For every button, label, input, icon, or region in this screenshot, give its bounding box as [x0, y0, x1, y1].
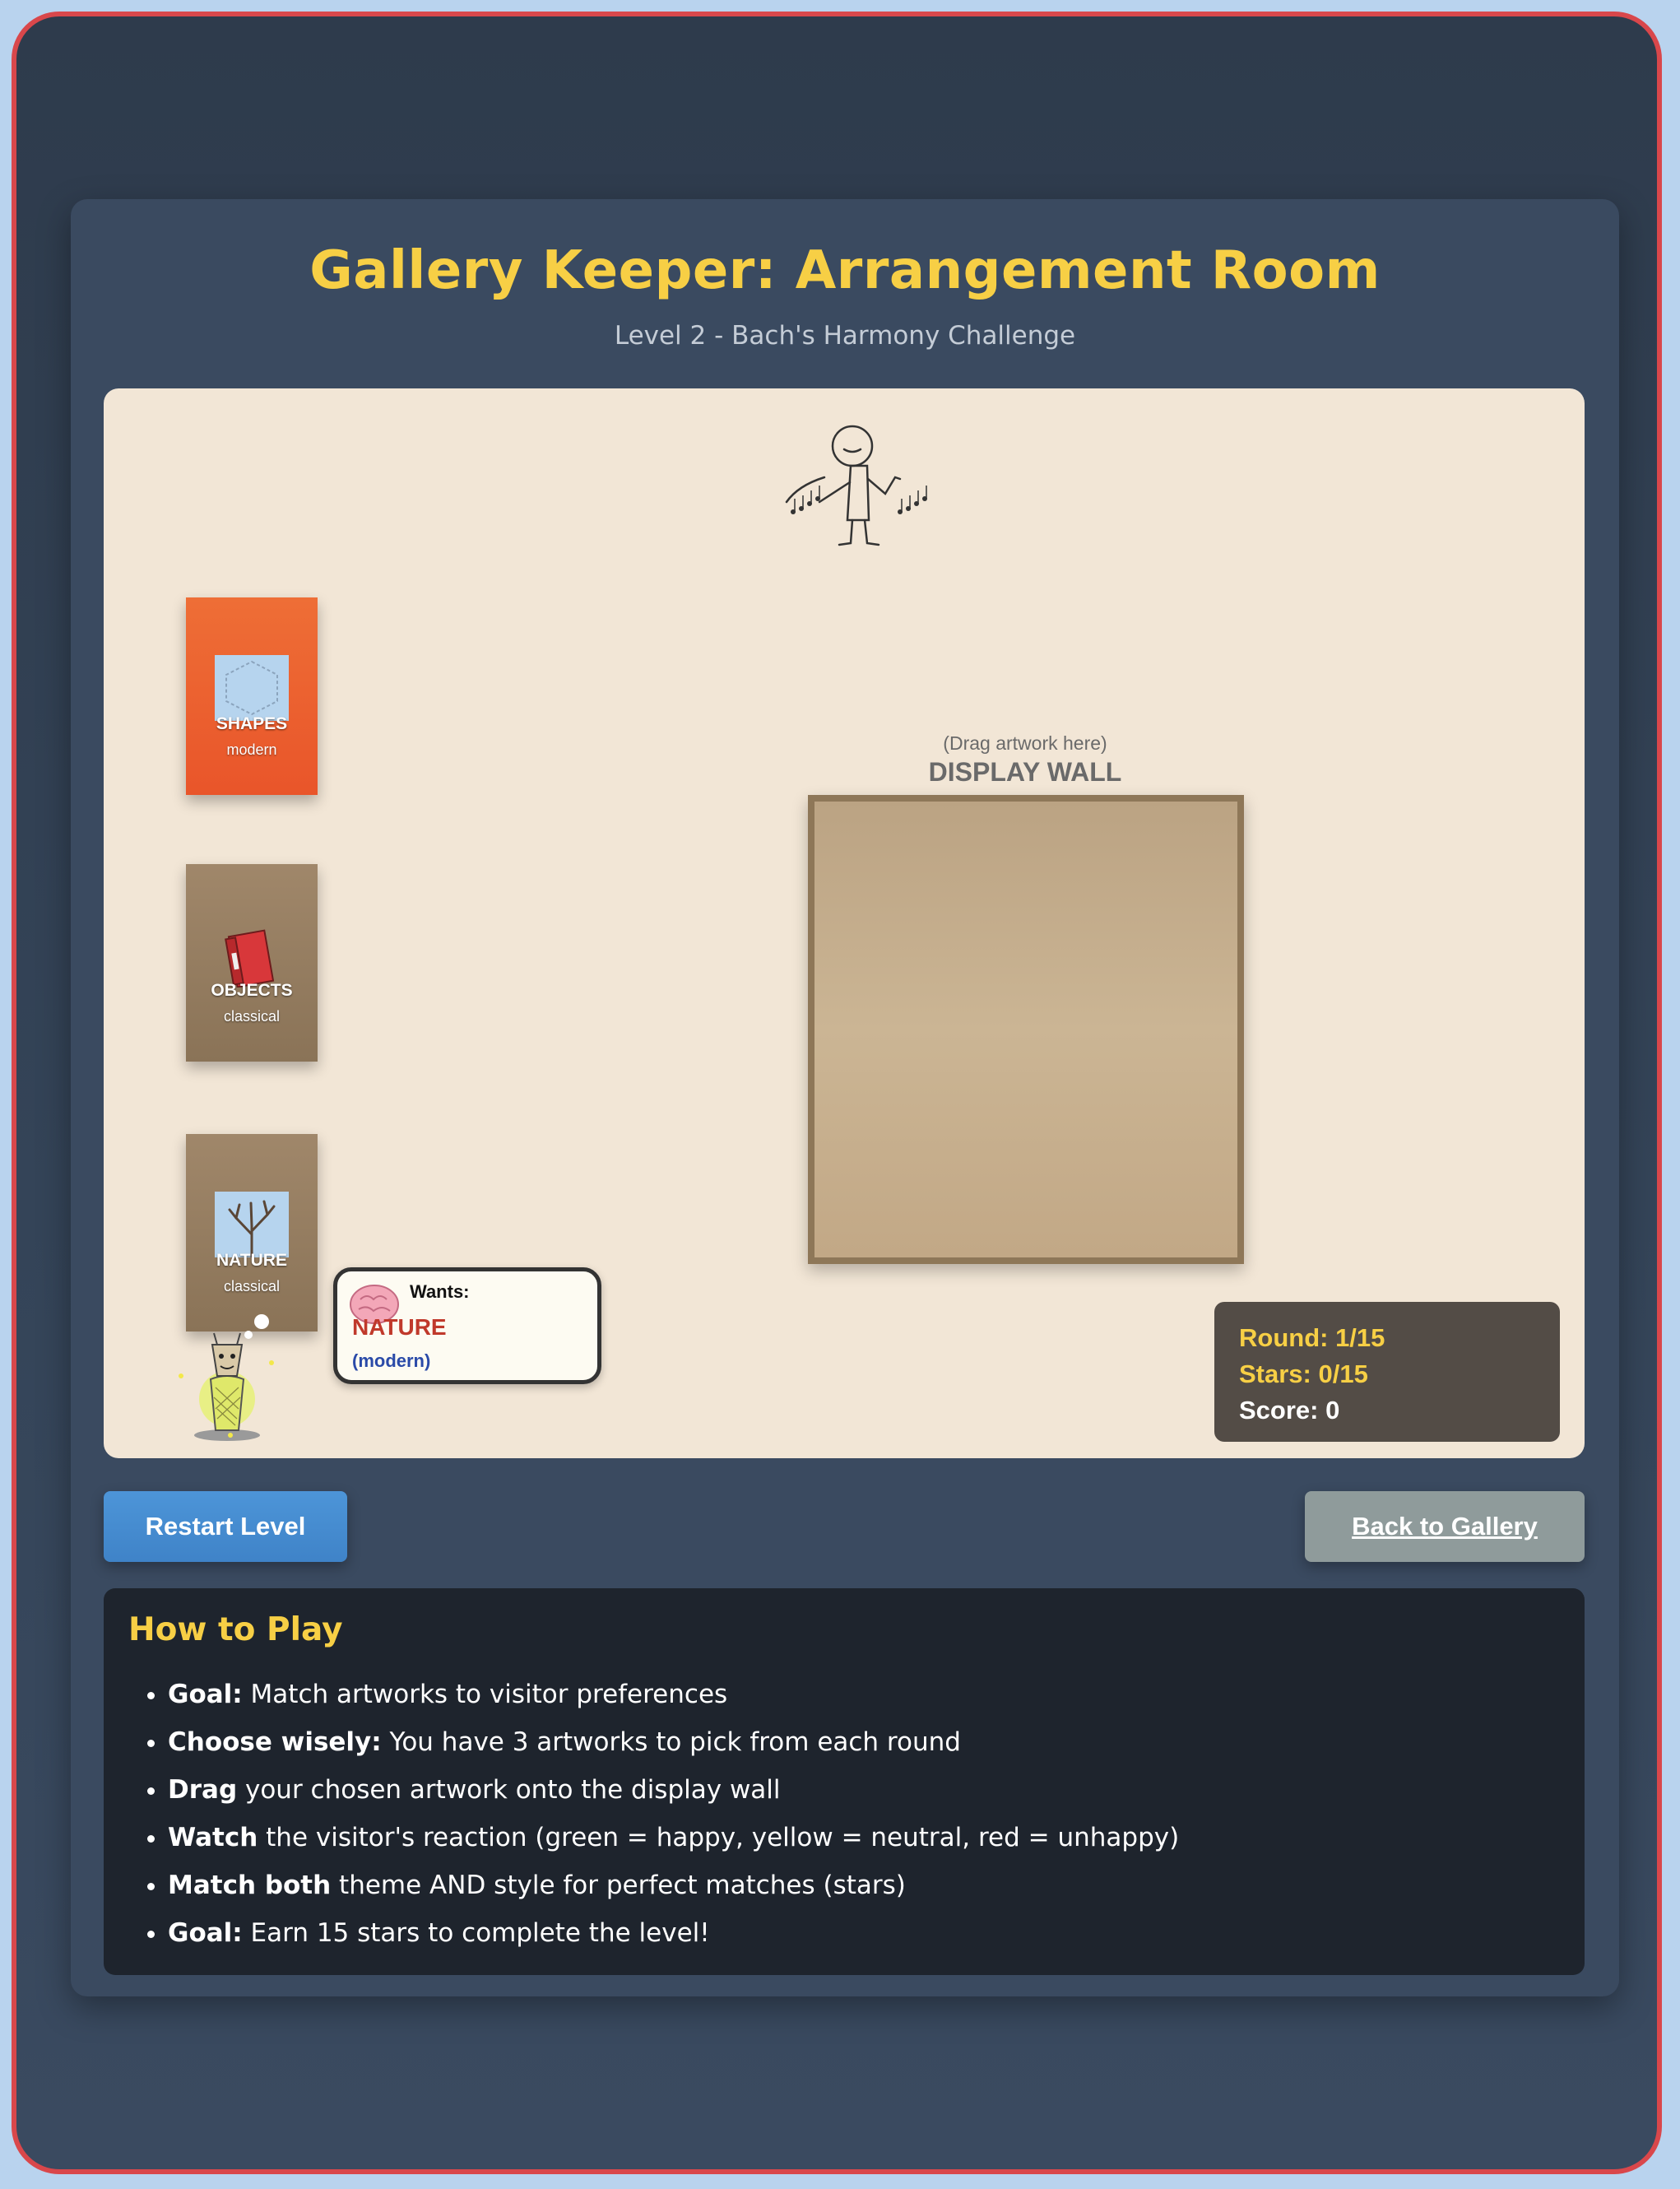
instructions-list: Goal: Match artworks to visitor preferen… — [137, 1671, 1179, 1957]
instruction-keyword: Watch — [168, 1823, 258, 1852]
arrangement-room-stage: SHAPES modern OBJECTS classical NATURE c… — [104, 388, 1585, 1458]
artwork-style-label: classical — [223, 1008, 281, 1025]
wanted-theme: NATURE — [352, 1314, 447, 1340]
artwork-theme-label: OBJECTS — [211, 981, 293, 1000]
artwork-card-objects[interactable]: OBJECTS classical — [186, 864, 318, 1062]
visitor-icon — [179, 1314, 274, 1441]
wants-label: Wants: — [410, 1281, 470, 1302]
instruction-keyword: Choose wisely: — [168, 1727, 382, 1757]
instruction-item: Drag your chosen artwork onto the displa… — [168, 1766, 1179, 1814]
instruction-item: Watch the visitor's reaction (green = ha… — [168, 1814, 1179, 1861]
instruction-text: the visitor's reaction (green = happy, y… — [258, 1823, 1180, 1852]
game-panel: Gallery Keeper: Arrangement Room Level 2… — [71, 199, 1619, 1996]
bare-tree-icon — [215, 1192, 289, 1257]
how-to-play-title: How to Play — [128, 1611, 343, 1648]
instruction-text: Earn 15 stars to complete the level! — [242, 1918, 710, 1948]
instruction-keyword: Drag — [168, 1775, 238, 1805]
instruction-text: Match artworks to visitor preferences — [242, 1680, 728, 1709]
instruction-item: Choose wisely: You have 3 artworks to pi… — [168, 1718, 1179, 1766]
hexagon-shape-icon — [215, 655, 289, 721]
bach-musician-icon — [785, 425, 927, 546]
stars-counter: Stars: 0/15 — [1239, 1359, 1368, 1388]
app-frame: Gallery Keeper: Arrangement Room Level 2… — [12, 12, 1662, 2174]
artwork-theme-label: SHAPES — [216, 714, 288, 733]
instruction-item: Match both theme AND style for perfect m… — [168, 1861, 1179, 1909]
back-to-gallery-button[interactable]: Back to Gallery — [1305, 1491, 1585, 1562]
artwork-theme-label: NATURE — [216, 1251, 287, 1270]
artwork-style-label: modern — [226, 741, 277, 758]
red-binder-icon — [225, 929, 275, 988]
wanted-style: (modern) — [352, 1350, 431, 1371]
instruction-keyword: Match both — [168, 1871, 332, 1900]
instruction-keyword: Goal: — [168, 1918, 243, 1948]
restart-level-button[interactable]: Restart Level — [104, 1491, 347, 1562]
stats-panel: Round: 1/15 Stars: 0/15 Score: 0 — [1214, 1302, 1560, 1442]
artwork-style-label: classical — [223, 1278, 281, 1294]
level-subtitle: Level 2 - Bach's Harmony Challenge — [614, 321, 1076, 351]
instruction-text: You have 3 artworks to pick from each ro… — [381, 1727, 961, 1757]
instruction-text: theme AND style for perfect matches (sta… — [331, 1871, 906, 1900]
drag-hint: (Drag artwork here) — [943, 732, 1107, 754]
round-counter: Round: 1/15 — [1239, 1323, 1385, 1352]
instruction-text: your chosen artwork onto the display wal… — [237, 1775, 781, 1805]
score-counter: Score: 0 — [1239, 1396, 1340, 1424]
instruction-item: Goal: Match artworks to visitor preferen… — [168, 1671, 1179, 1718]
instruction-keyword: Goal: — [168, 1680, 243, 1709]
instruction-item: Goal: Earn 15 stars to complete the leve… — [168, 1909, 1179, 1957]
page-title: Gallery Keeper: Arrangement Room — [309, 240, 1381, 301]
artwork-card-shapes[interactable]: SHAPES modern — [186, 597, 318, 795]
display-wall-label: DISPLAY WALL — [928, 757, 1122, 787]
display-wall-dropzone[interactable] — [808, 795, 1244, 1264]
how-to-play-panel: How to Play Goal: Match artworks to visi… — [104, 1588, 1585, 1975]
visitor-wants-bubble: Wants: NATURE (modern) — [333, 1267, 601, 1384]
